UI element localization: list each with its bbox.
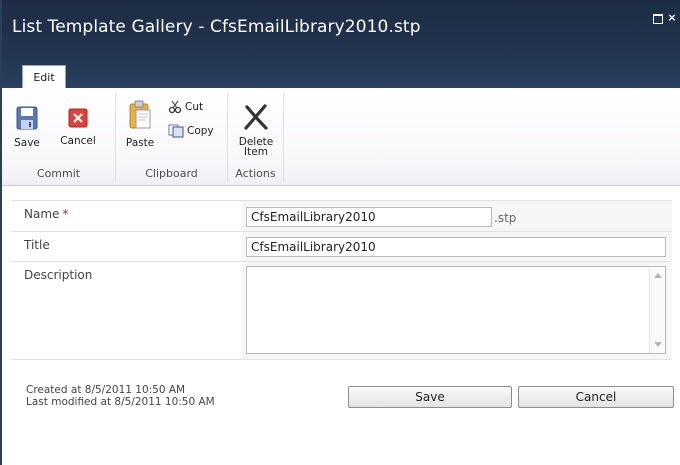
scissors-icon	[168, 100, 182, 114]
description-label: Description	[24, 268, 93, 282]
delete-label: Delete Item	[234, 137, 278, 158]
form-row-title: Title CfsEmailLibrary2010	[12, 232, 672, 262]
copy-label: Copy	[187, 125, 214, 137]
ribbon-group-actions: Delete Item Actions	[228, 92, 284, 182]
maximize-icon[interactable]	[652, 12, 664, 24]
tab-edit[interactable]: Edit	[22, 65, 66, 89]
save-button[interactable]: Save	[12, 96, 42, 149]
group-label-actions: Actions	[235, 167, 276, 180]
form-row-name: Name * CfsEmailLibrary2010 .stp	[12, 200, 672, 232]
cut-button[interactable]: Cut	[168, 98, 203, 116]
dialog-title: List Template Gallery - CfsEmailLibrary2…	[12, 17, 421, 37]
copy-icon	[168, 124, 184, 138]
title-bar: List Template Gallery - CfsEmailLibrary2…	[2, 0, 680, 89]
modified-text: Last modified at 8/5/2011 10:50 AM	[26, 396, 215, 408]
title-label: Title	[24, 238, 50, 252]
group-label-commit: Commit	[36, 167, 81, 180]
close-icon[interactable]: ×	[666, 12, 678, 24]
description-textarea[interactable]	[246, 266, 666, 354]
created-text: Created at 8/5/2011 10:50 AM	[26, 384, 186, 396]
delete-icon	[244, 104, 268, 130]
required-marker: *	[62, 207, 69, 221]
paste-label: Paste	[125, 137, 155, 149]
item-metadata: Created at 8/5/2011 10:50 AM Last modifi…	[26, 384, 215, 408]
name-label: Name *	[24, 207, 68, 221]
name-input[interactable]: CfsEmailLibrary2010	[246, 207, 492, 227]
delete-item-button[interactable]: Delete Item	[234, 96, 278, 157]
form-row-description: Description	[12, 262, 672, 360]
cut-label: Cut	[185, 101, 204, 113]
scroll-down-icon[interactable]	[654, 342, 662, 347]
save-button-footer[interactable]: Save	[348, 386, 512, 408]
name-suffix: .stp	[494, 211, 517, 225]
description-field-cell	[242, 262, 672, 359]
name-label-text: Name	[24, 207, 60, 221]
dialog-window: List Template Gallery - CfsEmailLibrary2…	[0, 0, 680, 465]
paste-icon	[129, 100, 151, 129]
cancel-label: Cancel	[60, 135, 96, 147]
ribbon-group-clipboard: Paste Cut Copy Clipboard	[116, 92, 228, 182]
ribbon: Save Cancel Commit Paste Cut Copy Clipbo…	[2, 88, 680, 186]
cancel-ribbon-button[interactable]: Cancel	[58, 96, 98, 147]
ribbon-group-commit: Save Cancel Commit	[2, 92, 116, 182]
delete-label-line2: Item	[244, 146, 268, 158]
cancel-icon	[68, 108, 88, 128]
scroll-up-icon[interactable]	[654, 273, 662, 278]
name-field-cell: CfsEmailLibrary2010 .stp	[242, 201, 672, 231]
title-input[interactable]: CfsEmailLibrary2010	[246, 237, 666, 257]
paste-button[interactable]: Paste	[122, 96, 158, 149]
save-label: Save	[14, 137, 40, 149]
title-field-cell: CfsEmailLibrary2010	[242, 232, 672, 261]
copy-button[interactable]: Copy	[168, 122, 214, 140]
cancel-button-footer[interactable]: Cancel	[518, 386, 674, 408]
group-label-clipboard: Clipboard	[145, 167, 198, 180]
description-scrollbar[interactable]	[649, 267, 665, 353]
save-icon	[16, 106, 38, 130]
